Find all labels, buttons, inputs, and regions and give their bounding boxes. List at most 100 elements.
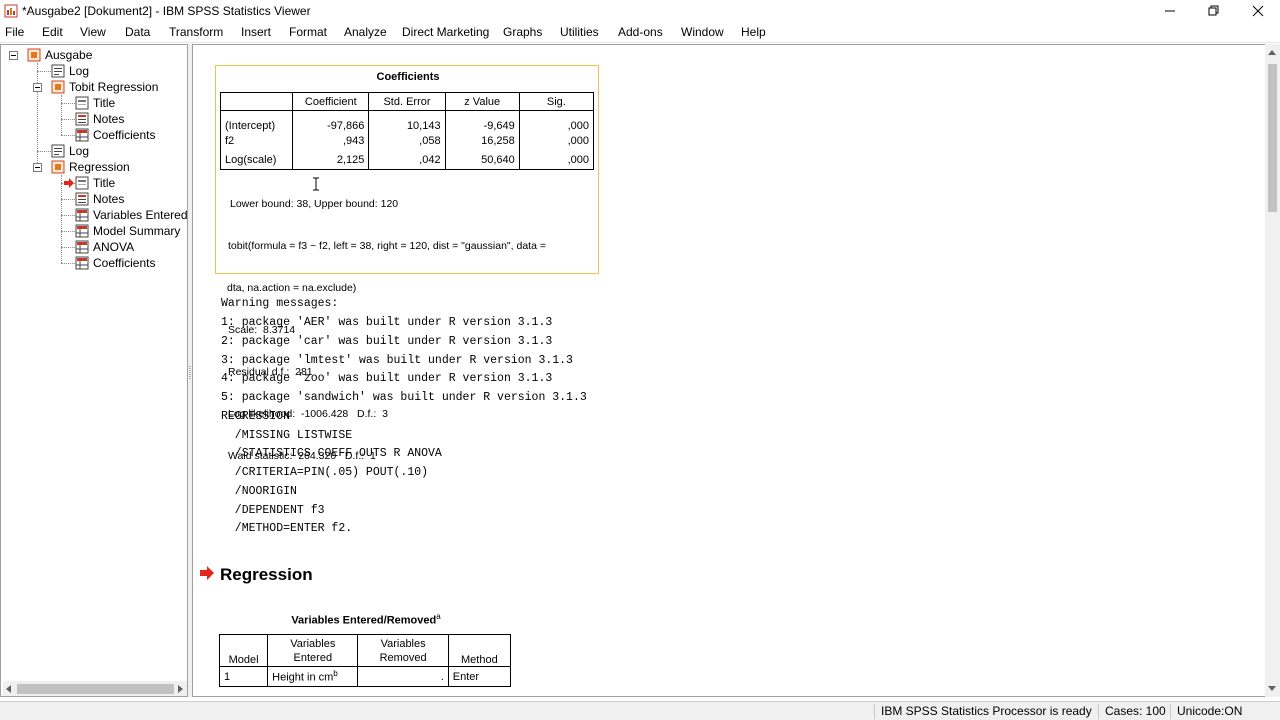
tree-item-model-summary[interactable]: Model Summary (75, 223, 180, 239)
pivot-table-icon (75, 240, 89, 254)
menu-window[interactable]: Window (681, 25, 724, 39)
tree-connector (61, 247, 75, 248)
table-header-cell: Variables Removed (357, 634, 449, 667)
menu-format[interactable]: Format (289, 25, 327, 39)
tree-item-label: Model Summary (93, 224, 181, 238)
tree-item-log[interactable]: Log (51, 143, 89, 159)
log-line: /STATISTICS COEFF OUTS R ANOVA (221, 447, 442, 460)
menu-utilities[interactable]: Utilities (560, 25, 599, 39)
tree-item-tobit-regression[interactable]: Tobit Regression (51, 79, 158, 95)
tree-item-log[interactable]: Log (51, 63, 89, 79)
restore-button[interactable] (1192, 0, 1236, 22)
tree-item-label: Tobit Regression (69, 80, 159, 94)
tree-item-regression[interactable]: Regression (51, 159, 130, 175)
scroll-down-icon[interactable] (1268, 684, 1276, 692)
table-cell: ,000 (518, 131, 595, 151)
title-icon (75, 96, 89, 110)
tree-item-coefficients[interactable]: Coefficients (75, 255, 155, 271)
coefficients-table: Coefficient Std. Error z Value Sig. (Int… (219, 92, 595, 170)
tree-item-notes[interactable]: Notes (75, 111, 124, 127)
log-icon (51, 64, 65, 78)
tree-item-anova[interactable]: ANOVA (75, 239, 134, 255)
menu-data[interactable]: Data (125, 25, 150, 39)
tree-item-variables-entered[interactable]: Variables Entered (75, 207, 188, 223)
tree-item-coefficients[interactable]: Coefficients (75, 127, 155, 143)
log-line: /MISSING LISTWISE (221, 429, 353, 442)
notes-icon (75, 112, 89, 126)
table-header-cell: z Value (444, 92, 520, 111)
tree-connector (61, 103, 75, 104)
tree-item-label: Log (69, 64, 90, 78)
table-cell: . (357, 666, 449, 687)
tree-item-notes[interactable]: Notes (75, 191, 124, 207)
menu-edit[interactable]: Edit (42, 25, 63, 39)
tree-item-ausgabe[interactable]: Ausgabe (27, 47, 92, 63)
table-cell: 10,143 (368, 110, 446, 132)
minimize-button[interactable] (1148, 0, 1192, 22)
table-cell: 50,640 (444, 150, 520, 170)
scrollbar-thumb[interactable] (1268, 64, 1277, 212)
tree-horizontal-scrollbar[interactable] (3, 681, 187, 696)
menu-help[interactable]: Help (741, 25, 766, 39)
current-item-arrow-icon (200, 566, 214, 580)
table-header-cell: Coefficient (292, 92, 370, 111)
table-header-cell: Variables Entered (267, 634, 359, 667)
scrollbar-thumb[interactable] (17, 684, 174, 694)
tree-connector (61, 119, 75, 120)
menu-graphs[interactable]: Graphs (503, 25, 542, 39)
tree-item-label: Title (93, 96, 116, 110)
table-row: 1 Height in cmb . Enter (218, 666, 512, 687)
table-header-cell: Model (218, 634, 269, 667)
table-cell: ,000 (518, 150, 595, 170)
content-vertical-scrollbar[interactable] (1265, 44, 1280, 697)
menu-analyze[interactable]: Analyze (344, 25, 387, 39)
scroll-left-icon[interactable] (5, 685, 13, 693)
close-button[interactable] (1236, 0, 1280, 22)
processor-status: IBM SPSS Statistics Processor is ready (874, 704, 1092, 719)
menu-transform[interactable]: Transform (169, 25, 223, 39)
menu-add-ons[interactable]: Add-ons (618, 25, 663, 39)
tree-item-label: Coefficients (93, 256, 156, 270)
table-cell: -9,649 (444, 110, 520, 132)
window-title: *Ausgabe2 [Dokument2] - IBM SPSS Statist… (22, 4, 311, 18)
tree-connector (37, 71, 51, 72)
tree-item-label: Coefficients (93, 128, 156, 142)
footnote: tobit(formula = f3 ~ f2, left = 38, righ… (228, 240, 546, 252)
table-header-cell: Std. Error (368, 92, 446, 111)
log-icon (51, 144, 65, 158)
row-label: f2 (219, 131, 294, 151)
table-cell: -97,866 (292, 110, 370, 132)
status-bar: IBM SPSS Statistics Processor is ready C… (0, 701, 1280, 720)
tree-item-title[interactable]: Title (75, 95, 115, 111)
menu-insert[interactable]: Insert (241, 25, 271, 39)
scroll-right-icon[interactable] (176, 685, 184, 693)
tree-connector (61, 231, 75, 232)
row-label: (Intercept) (219, 110, 294, 132)
variables-entered-pivot-table[interactable]: Variables Entered/Removeda Model Variabl… (218, 611, 513, 696)
pivot-table-icon (75, 208, 89, 222)
tree-item-label: ANOVA (93, 240, 135, 254)
title-bar: *Ausgabe2 [Dokument2] - IBM SPSS Statist… (0, 0, 1280, 22)
table-cell: ,000 (518, 110, 595, 132)
menu-view[interactable]: View (80, 25, 106, 39)
collapse-toggle[interactable] (33, 163, 42, 172)
coefficients-pivot-table[interactable]: Coefficients Coefficient Std. Error z Va… (215, 65, 599, 462)
pivot-table-icon (75, 224, 89, 238)
table-cell: ,943 (292, 131, 370, 151)
restore-icon (1208, 5, 1219, 16)
tree-item-label: Variables Entered (93, 208, 188, 222)
log-line: 1: package 'AER' was built under R versi… (221, 316, 553, 329)
collapse-toggle[interactable] (9, 51, 18, 60)
output-book-icon (51, 160, 65, 174)
section-heading-regression: Regression (220, 565, 313, 584)
output-content-pane: Coefficients Coefficient Std. Error z Va… (192, 44, 1266, 697)
table-header-cell (219, 92, 294, 111)
scroll-up-icon[interactable] (1268, 49, 1276, 57)
table-footnotes: Lower bound: 38, Upper bound: 120 tobit(… (227, 169, 546, 491)
footnote: Lower bound: 38, Upper bound: 120 (230, 198, 399, 210)
tree-item-title[interactable]: Title (75, 175, 115, 191)
menu-direct-marketing[interactable]: Direct Marketing (402, 25, 489, 39)
notes-icon (75, 192, 89, 206)
menu-file[interactable]: File (5, 25, 24, 39)
collapse-toggle[interactable] (33, 83, 42, 92)
